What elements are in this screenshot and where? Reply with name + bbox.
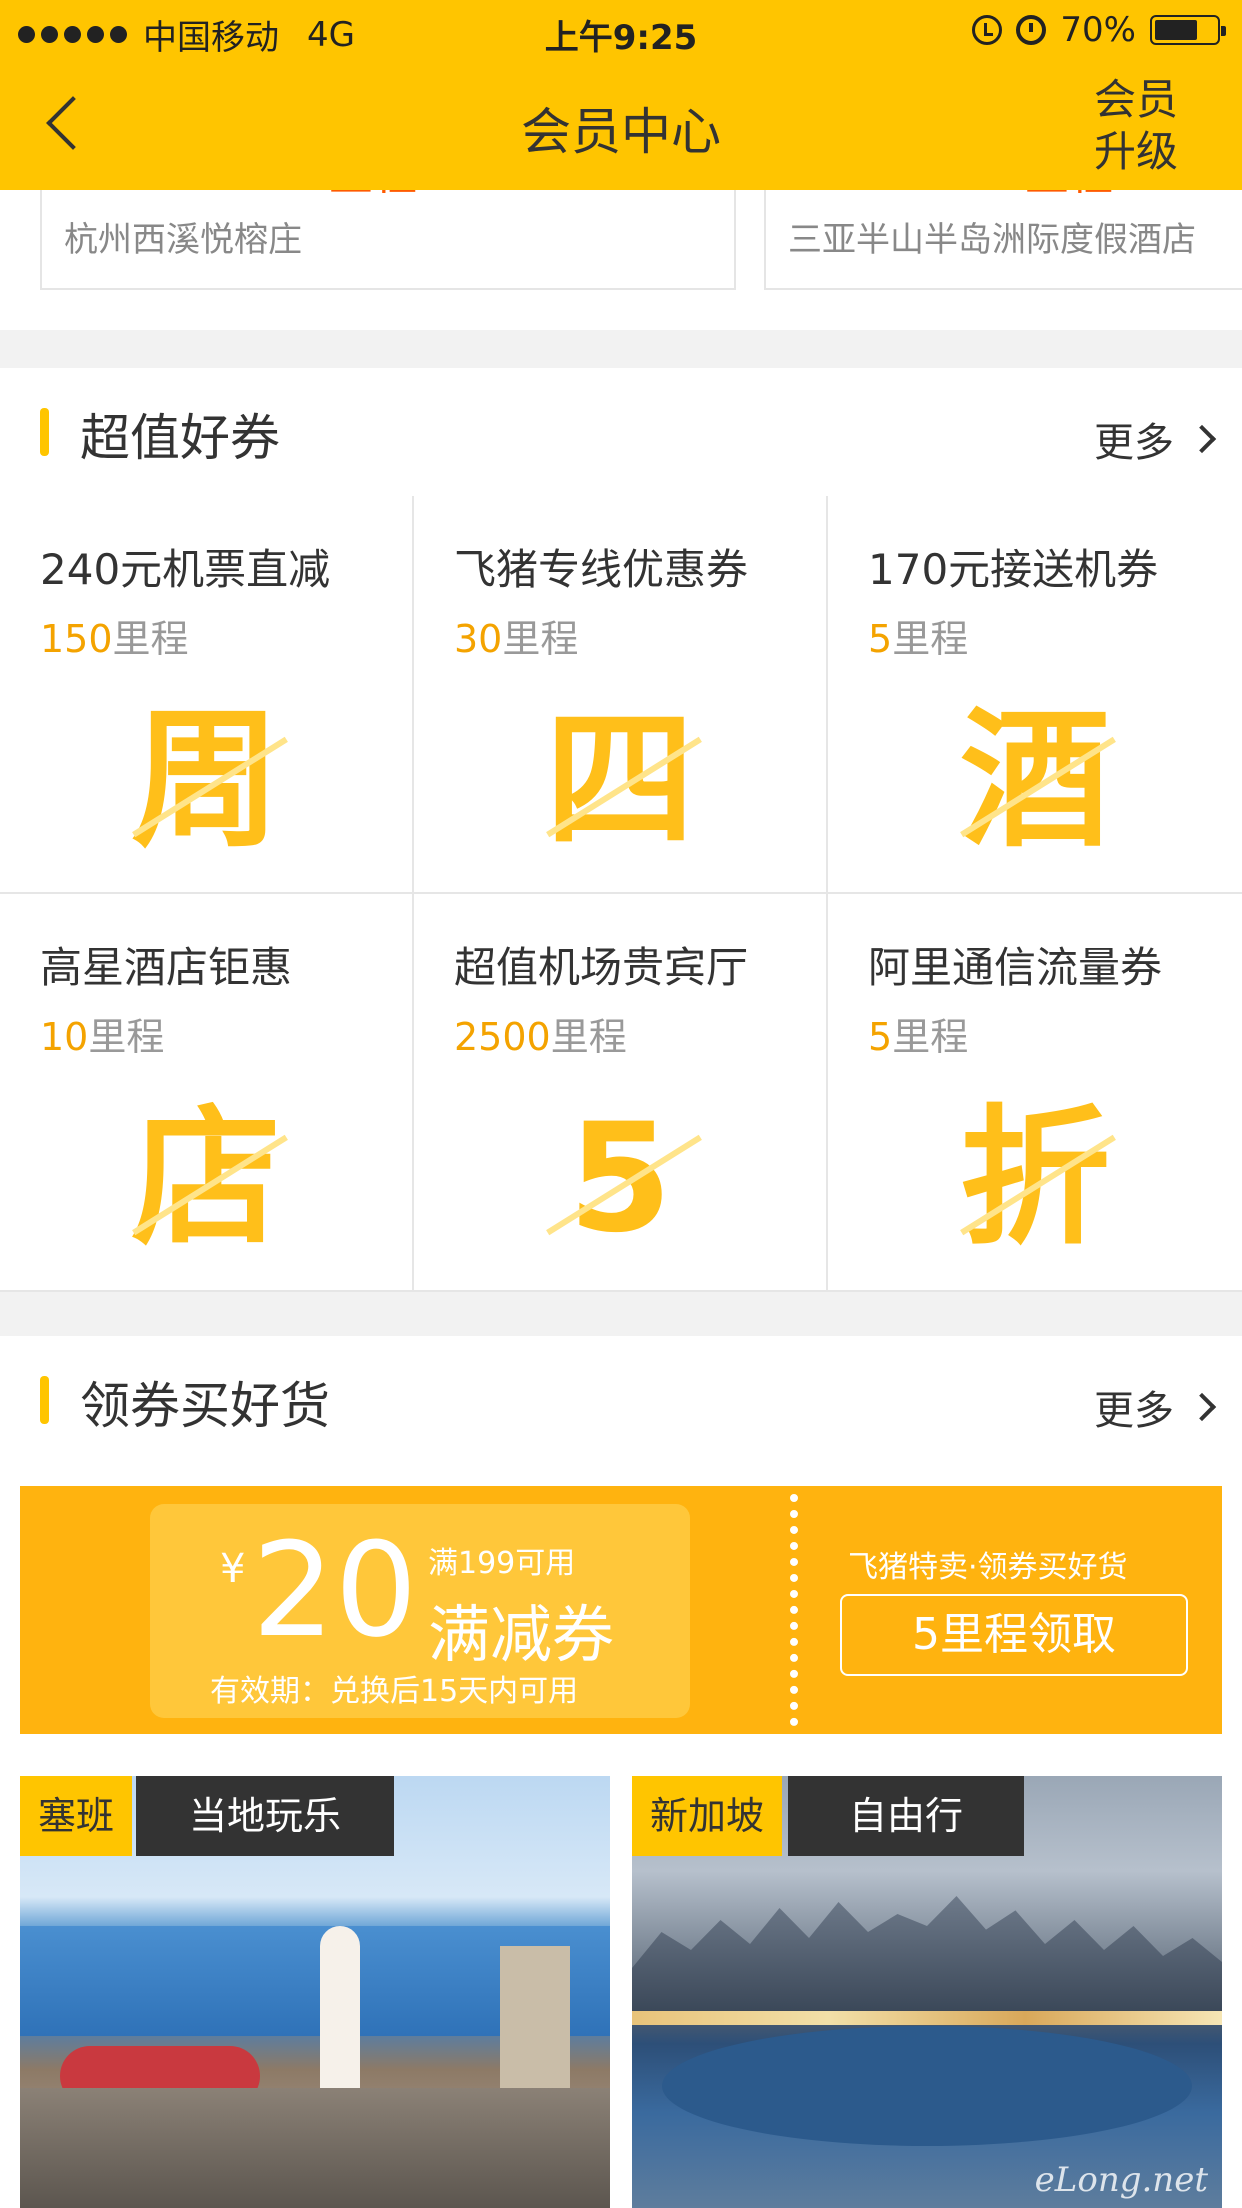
perforation-divider [790,1494,798,1726]
chevron-right-icon [1187,1392,1217,1422]
miles-value: 150 [40,617,113,661]
coupon-banner-section: ¥ 20 满199可用 满减券 有效期：兑换后15天内可用 飞猪特卖·领券买好货… [0,1464,1242,1754]
coupon-miles: 10里程 [40,1006,164,1061]
goods-section-header: 领券买好货 更多 [0,1336,1242,1464]
coupon-title: 240元机票直减 [40,545,331,594]
coupon-title: 飞猪专线优惠券 [454,545,749,594]
miles-value: 5 [868,1015,893,1059]
hotel-card[interactable]: ¥1930+300里程 ¥3998 杭州西溪悦榕庄 [40,190,736,290]
coupon-title: 170元接送机券 [868,545,1159,594]
battery-percent: 70% [1060,10,1136,50]
coupon-card[interactable]: 170元接送机券 5里程 酒 [828,496,1242,894]
claim-coupon-button[interactable]: 5里程领取 [840,1594,1188,1676]
top-bar: 中国移动 4G 上午9:25 70% 会员中心 会员 升级 [0,0,1242,190]
miles-unit: 里程 [892,617,969,661]
nav-bar: 会员中心 会员 升级 [0,62,1242,190]
coupon-grid: 240元机票直减 150里程 周 飞猪专线优惠券 30里程 四 170元接送机券… [0,496,1242,1292]
coupon-title: 超值机场贵宾厅 [454,943,749,992]
miles-value: 2500 [454,1015,551,1059]
section-accent-bar [40,1376,49,1424]
coupon-title: 阿里通信流量券 [868,943,1163,992]
status-right: 70% [972,10,1226,50]
upgrade-label-line2: 升级 [1093,127,1178,176]
destination-place-tag: 塞班 [20,1776,133,1856]
miles-value: 5 [868,617,893,661]
coupon-card[interactable]: 高星酒店钜惠 10里程 店 [0,894,414,1292]
coupon-miles: 2500里程 [454,1006,627,1061]
photo-city-lights [632,2011,1222,2025]
watermark: eLong.net [1034,2160,1208,2200]
coupon-logo: 四 [414,696,826,866]
miles-unit: 里程 [88,1015,165,1059]
photo-wall [20,2088,610,2208]
destination-type-tag: 自由行 [788,1776,1024,1856]
destination-section: 塞班 当地玩乐 新加坡 自由行 eLong.net [0,1754,1242,2208]
coupon-miles: 5里程 [868,608,968,663]
battery-fill [1155,20,1197,40]
coupon-condition: 满199可用 [428,1546,576,1581]
miles-unit: 里程 [892,1015,969,1059]
status-bar: 中国移动 4G 上午9:25 70% [0,0,1242,62]
coupon-card[interactable]: 超值机场贵宾厅 2500里程 5 [414,894,828,1292]
coupons-section-header: 超值好券 更多 [0,368,1242,496]
rotation-lock-icon [972,15,1003,45]
coupon-miles: 30里程 [454,608,578,663]
coupon-title: 高星酒店钜惠 [40,943,293,992]
miles-value: 30 [454,617,503,661]
battery-icon [1150,15,1226,45]
coupon-miles: 5里程 [868,1006,968,1061]
miles-unit: 里程 [502,617,579,661]
more-label: 更多 [1094,1388,1174,1434]
hotel-price: ¥800+300里程 ¥1919 [792,190,1242,202]
upgrade-label-line1: 会员 [1093,75,1178,124]
hotel-original-price: ¥1919 [1133,190,1242,199]
banner-slogan: 飞猪特卖·领券买好货 [848,1550,1128,1585]
currency-symbol: ¥ [220,1546,246,1592]
section-accent-bar [40,408,49,456]
more-label: 更多 [1094,420,1174,466]
miles-unit: 里程 [550,1015,627,1059]
miles-unit: 里程 [112,617,189,661]
hotel-price-value: ¥1930+300里程 [68,190,417,200]
destination-card[interactable]: 塞班 当地玩乐 [20,1776,610,2208]
miles-value: 10 [40,1015,89,1059]
hotel-card-strip: ¥1930+300里程 ¥3998 杭州西溪悦榕庄 ¥800+300里程 ¥1919… [0,190,1242,330]
coupon-ticket: ¥ 20 满199可用 满减券 有效期：兑换后15天内可用 [150,1504,690,1718]
coupons-more-link[interactable]: 更多 [1094,410,1217,468]
section-title: 超值好券 [80,409,280,467]
destination-type-tag: 当地玩乐 [136,1776,394,1856]
coupon-banner[interactable]: ¥ 20 满199可用 满减券 有效期：兑换后15天内可用 飞猪特卖·领券买好货… [20,1486,1222,1734]
destination-card[interactable]: 新加坡 自由行 eLong.net [632,1776,1222,2208]
coupon-logo: 店 [0,1094,412,1264]
coupon-card[interactable]: 飞猪专线优惠券 30里程 四 [414,496,828,894]
hotel-card[interactable]: ¥800+300里程 ¥1919 三亚半山半岛洲际度假酒店 [764,190,1242,290]
destination-place-tag: 新加坡 [632,1776,783,1856]
coupon-amount: 20 [252,1514,418,1666]
photo-bay [662,2026,1192,2146]
coupon-logo: 折 [828,1094,1242,1264]
chevron-right-icon [1187,424,1217,454]
photo-skyline [632,1896,1222,2016]
page-title: 会员中心 [521,103,721,161]
coupon-logo: 酒 [828,696,1242,866]
goods-more-link[interactable]: 更多 [1094,1378,1217,1436]
coupon-card[interactable]: 240元机票直减 150里程 周 [0,496,414,894]
member-upgrade-button[interactable]: 会员 升级 [1086,74,1186,178]
coupon-validity: 有效期：兑换后15天内可用 [210,1674,579,1709]
hotel-price-value: ¥800+300里程 [792,190,1113,200]
coupon-logo: 周 [0,696,412,866]
coupon-logo: 5 [414,1094,826,1264]
coupon-card[interactable]: 阿里通信流量券 5里程 折 [828,894,1242,1292]
hotel-name: 三亚半山半岛洲际度假酒店 [788,220,1196,260]
coupon-miles: 150里程 [40,608,189,663]
hotel-original-price: ¥3998 [437,190,564,199]
hotel-price: ¥1930+300里程 ¥3998 [68,190,564,202]
section-title: 领券买好货 [80,1377,330,1435]
coupon-type: 满减券 [428,1598,615,1671]
alarm-icon [1016,15,1047,45]
hotel-name: 杭州西溪悦榕庄 [64,220,302,260]
